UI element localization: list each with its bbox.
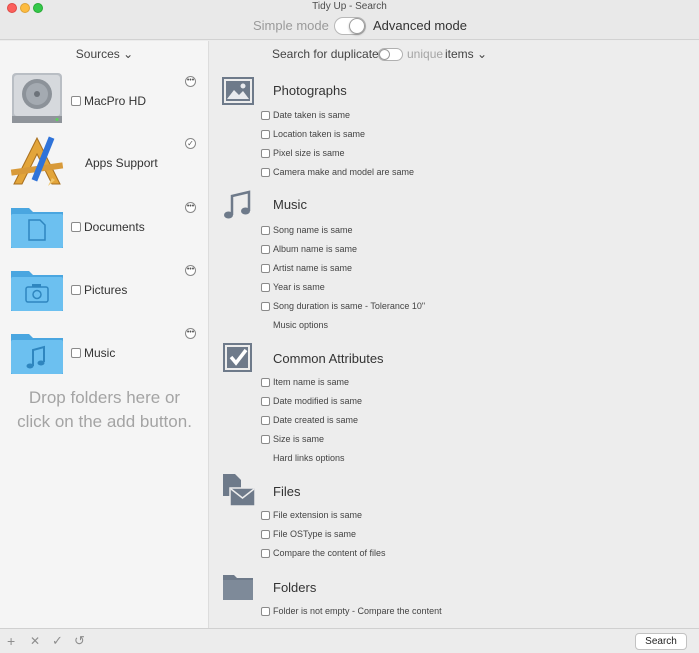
music-options-link[interactable]: Music options <box>273 320 328 330</box>
section-title: Folders <box>273 580 317 595</box>
option-label: Folder is not empty - Compare the conten… <box>273 606 442 616</box>
documents-folder-icon <box>11 208 63 248</box>
advanced-mode-label[interactable]: Advanced mode <box>373 18 467 33</box>
reset-icon[interactable]: ↺ <box>74 633 85 649</box>
files-icon <box>223 474 256 507</box>
option-checkbox[interactable] <box>261 168 270 177</box>
option-label: Pixel size is same <box>273 148 345 158</box>
option-label: Date modified is same <box>273 396 363 406</box>
source-checkbox[interactable] <box>71 96 81 106</box>
source-checkbox[interactable] <box>71 222 81 232</box>
music-folder-icon <box>11 334 63 374</box>
option-checkbox[interactable] <box>261 149 270 158</box>
option-label: File OSType is same <box>273 529 357 539</box>
source-label: Apps Support <box>85 156 158 170</box>
criteria-panel: Search for duplicate unique items ⌄ Phot… <box>210 41 699 628</box>
mode-toggle[interactable] <box>334 17 366 35</box>
unique-toggle[interactable] <box>378 48 403 61</box>
checkmark-icon[interactable]: ✓ <box>185 138 196 149</box>
option-label: File extension is same <box>273 510 363 520</box>
option-label: Year is same <box>273 282 325 292</box>
checkbox-icon <box>223 343 252 372</box>
option-checkbox[interactable] <box>261 378 270 387</box>
option-label: Item name is same <box>273 377 350 387</box>
items-type-menu[interactable]: items ⌄ <box>445 47 487 61</box>
option-label: Location taken is same <box>273 129 366 139</box>
option-checkbox[interactable] <box>261 397 270 406</box>
source-checkbox[interactable] <box>71 348 81 358</box>
unique-toggle-knob <box>379 49 390 60</box>
option-checkbox[interactable] <box>261 435 270 444</box>
folder-icon <box>223 575 253 600</box>
mode-switcher: Simple mode Advanced mode <box>0 17 699 35</box>
option-checkbox[interactable] <box>261 130 270 139</box>
source-label: MacPro HD <box>84 94 147 108</box>
source-documents[interactable]: Documents ••• <box>0 198 209 258</box>
pictures-folder-icon <box>11 271 63 311</box>
more-options-icon[interactable]: ••• <box>185 328 196 339</box>
source-label: Pictures <box>84 283 128 297</box>
source-label: Documents <box>84 220 145 234</box>
add-icon[interactable]: + <box>7 633 15 649</box>
section-title: Music <box>273 197 307 212</box>
simple-mode-label[interactable]: Simple mode <box>253 18 329 33</box>
option-checkbox[interactable] <box>261 549 270 558</box>
source-macpro-hd[interactable]: MacPro HD ••• <box>0 70 209 130</box>
apply-icon[interactable]: ✓ <box>52 633 63 649</box>
drop-hint-line: Drop folders here or <box>28 388 181 407</box>
photo-icon <box>222 77 254 105</box>
hard-links-options-link[interactable]: Hard links options <box>273 453 345 463</box>
option-checkbox[interactable] <box>261 416 270 425</box>
option-checkbox[interactable] <box>261 226 270 235</box>
drop-hint-line: click on the add button. <box>17 412 192 431</box>
music-note-icon <box>224 190 251 219</box>
source-pictures[interactable]: Pictures ••• <box>0 261 209 321</box>
title-bar: Tidy Up - Search Simple mode Advanced mo… <box>0 0 699 40</box>
option-checkbox[interactable] <box>261 283 270 292</box>
search-button[interactable]: Search <box>635 633 687 650</box>
option-checkbox[interactable] <box>261 245 270 254</box>
source-label: Music <box>84 346 116 360</box>
option-label: Compare the content of files <box>273 548 386 558</box>
option-label: Song name is same <box>273 225 353 235</box>
more-options-icon[interactable]: ••• <box>185 265 196 276</box>
unique-label[interactable]: unique <box>407 47 443 61</box>
source-apps-support[interactable]: Apps Support ✓ <box>0 134 209 194</box>
option-checkbox[interactable] <box>261 302 270 311</box>
option-checkbox[interactable] <box>261 607 270 616</box>
search-for-label: Search for duplicate <box>272 47 379 61</box>
source-checkbox[interactable] <box>71 285 81 295</box>
option-checkbox[interactable] <box>261 264 270 273</box>
drop-hint: Drop folders here or click on the add bu… <box>0 386 209 434</box>
applications-icon <box>10 136 64 186</box>
option-label: Camera make and model are same <box>273 167 415 177</box>
sources-sidebar: Sources ⌄ MacPro HD ••• Apps Support ✓ D… <box>0 41 209 628</box>
option-label: Date created is same <box>273 415 359 425</box>
option-checkbox[interactable] <box>261 530 270 539</box>
more-options-icon[interactable]: ••• <box>185 76 196 87</box>
sources-menu[interactable]: Sources ⌄ <box>0 47 209 61</box>
section-title: Photographs <box>273 83 347 98</box>
hard-drive-icon <box>12 73 62 123</box>
option-label: Album name is same <box>273 244 358 254</box>
option-checkbox[interactable] <box>261 511 270 520</box>
option-label: Song duration is same - Tolerance 10" <box>273 301 426 311</box>
remove-icon[interactable]: ✕ <box>30 633 40 649</box>
option-label: Date taken is same <box>273 110 351 120</box>
option-label: Artist name is same <box>273 263 353 273</box>
option-label: Size is same <box>273 434 325 444</box>
window-title: Tidy Up - Search <box>312 1 387 12</box>
source-music[interactable]: Music ••• <box>0 324 209 384</box>
section-title: Common Attributes <box>273 351 384 366</box>
more-options-icon[interactable]: ••• <box>185 202 196 213</box>
bottom-toolbar: + ✕ ✓ ↺ Search <box>0 628 699 653</box>
mode-toggle-knob <box>349 18 365 34</box>
section-title: Files <box>273 484 301 499</box>
option-checkbox[interactable] <box>261 111 270 120</box>
